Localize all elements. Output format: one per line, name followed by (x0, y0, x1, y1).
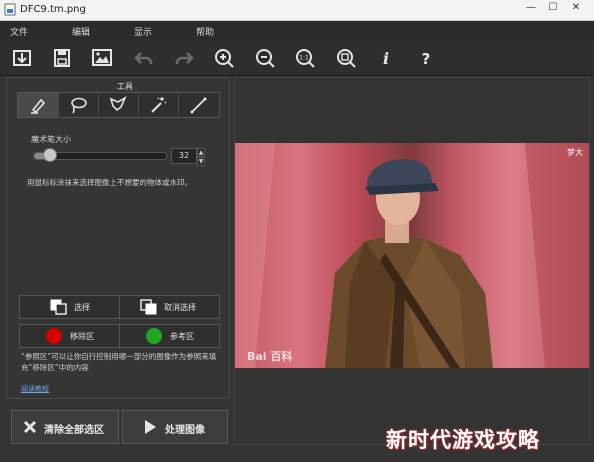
brush-size-label: 魔术笔大小 (31, 135, 71, 144)
close-button[interactable]: ✕ (566, 1, 586, 15)
lasso-icon (71, 97, 87, 114)
menu-view[interactable]: 显示 (134, 25, 152, 38)
tool-panel: 工具 魔术笔大小 32 ▲ ▼ 用鼠标标涂抹来选择图像上不想要的物体或水印。 选… (6, 77, 230, 399)
save-to-folder-button[interactable] (10, 47, 34, 69)
tool-magic-wand[interactable] (138, 93, 179, 117)
info-icon: i (383, 49, 389, 68)
menu-help[interactable]: 帮助 (196, 25, 214, 38)
tool-polygon-lasso[interactable] (98, 93, 139, 117)
tools-heading: 工具 (117, 82, 133, 91)
baidu-watermark: Bai 百科 (247, 350, 293, 363)
minimize-button[interactable]: — (521, 1, 541, 15)
help-icon: ? (422, 50, 431, 68)
menu-edit[interactable]: 编辑 (72, 25, 90, 38)
process-image-label: 处理图像 (165, 425, 205, 436)
tutorial-link[interactable]: 阅读教程 (21, 384, 49, 394)
reference-region-label: 参考区 (170, 332, 194, 341)
zoom-out-button[interactable] (253, 47, 277, 69)
menu-file[interactable]: 文件 (10, 25, 28, 38)
clear-all-label: 清除全部选区 (44, 425, 104, 436)
floppy-disk-icon (54, 49, 70, 67)
close-x-icon (23, 420, 37, 434)
brush-size-input[interactable]: 32 (171, 148, 197, 164)
tool-line[interactable] (178, 93, 218, 117)
line-icon (190, 97, 207, 114)
menu-bar: 文件 编辑 显示 帮助 (0, 21, 594, 40)
actual-size-button[interactable]: 1:1 (293, 47, 317, 69)
app-window: DFC9.tm.png — ☐ ✕ 文件 编辑 显示 帮助 1:1 i ? 工具… (0, 0, 594, 462)
svg-text:?: ? (422, 50, 431, 68)
svg-text:i: i (383, 49, 389, 68)
actual-size-icon: 1:1 (296, 49, 315, 68)
zoom-in-button[interactable] (212, 47, 236, 69)
photo-figure (235, 143, 589, 368)
select-icon (50, 299, 67, 315)
clear-all-selection-button[interactable]: 清除全部选区 (11, 410, 119, 444)
zoom-in-icon (215, 49, 234, 68)
tool-selector (17, 92, 220, 118)
brush-size-stepper: ▲ ▼ (197, 148, 205, 166)
play-icon (145, 420, 156, 434)
site-watermark-overlay: 新时代游戏攻略 (386, 428, 540, 452)
fit-window-icon (337, 49, 356, 68)
undo-button[interactable] (132, 47, 156, 69)
title-bar: DFC9.tm.png — ☐ ✕ (0, 0, 594, 21)
save-to-folder-icon (13, 50, 31, 66)
magic-wand-icon (151, 97, 167, 113)
window-title: DFC9.tm.png (20, 4, 86, 15)
deselect-icon (140, 299, 157, 315)
photo-seal: 梦大 (567, 148, 583, 157)
deselect-label: 取消选择 (164, 303, 196, 312)
brush-size-slider-handle[interactable] (42, 148, 57, 162)
help-button[interactable]: ? (414, 47, 438, 69)
undo-icon (134, 52, 153, 65)
reference-region-note: “参照区”可以让你自行控制用哪一部分的图像作为参照来填充“移除区”中的内容 (21, 352, 217, 372)
redo-button[interactable] (172, 47, 196, 69)
maximize-button[interactable]: ☐ (543, 1, 563, 15)
select-button[interactable]: 选择 (20, 296, 119, 318)
decrement-button[interactable]: ▼ (197, 157, 205, 166)
image-icon (92, 49, 112, 66)
select-label: 选择 (74, 303, 90, 312)
process-image-button[interactable]: 处理图像 (122, 410, 228, 444)
increment-button[interactable]: ▲ (197, 148, 205, 157)
info-button[interactable]: i (374, 47, 398, 69)
reference-region-button[interactable]: 参考区 (119, 325, 219, 347)
fit-to-window-button[interactable] (334, 47, 358, 69)
zoom-out-icon (256, 49, 275, 68)
instruction-text: 用鼠标标涂抹来选择图像上不想要的物体或水印。 (27, 178, 192, 187)
redo-icon (175, 52, 194, 65)
green-dot-icon (146, 328, 162, 344)
remove-region-button[interactable]: 移除区 (20, 325, 119, 347)
svg-text:1:1: 1:1 (299, 55, 309, 62)
polygon-lasso-icon (109, 96, 127, 112)
image-canvas[interactable]: 梦大 Bai 百科 (234, 77, 590, 445)
open-image-button[interactable] (90, 47, 114, 69)
loaded-photo: 梦大 Bai 百科 (235, 143, 589, 368)
selection-controls: 选择 取消选择 (19, 295, 220, 319)
remove-region-label: 移除区 (70, 332, 94, 341)
app-icon (4, 3, 16, 16)
deselect-button[interactable]: 取消选择 (119, 296, 219, 318)
toolbar: 1:1 i ? (0, 40, 594, 76)
region-controls: 移除区 参考区 (19, 324, 220, 348)
tool-brush[interactable] (18, 93, 59, 117)
brush-icon (31, 98, 46, 114)
save-button[interactable] (50, 47, 74, 69)
red-dot-icon (46, 328, 62, 344)
tool-lasso[interactable] (58, 93, 99, 117)
